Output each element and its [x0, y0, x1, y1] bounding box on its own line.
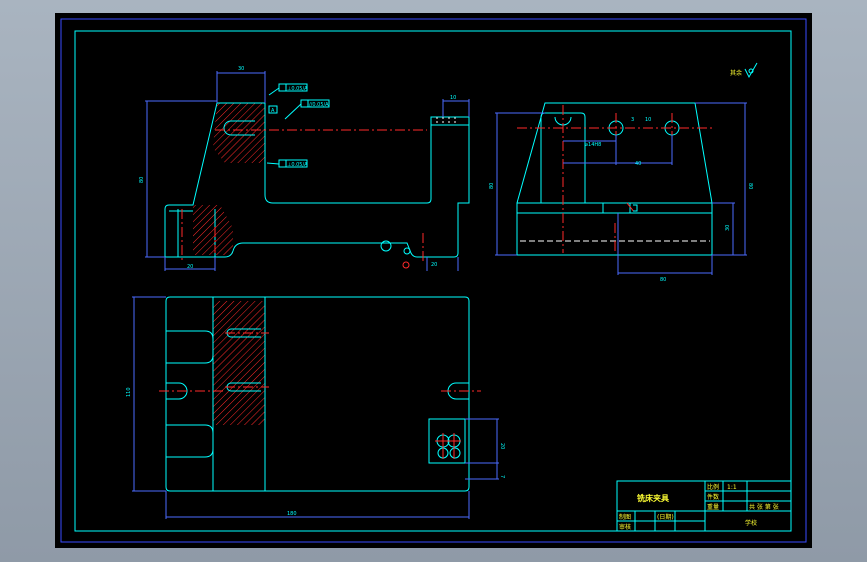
svg-text:重量: 重量	[707, 503, 719, 511]
section-hatch-bottom	[193, 205, 233, 255]
svg-text:⌀14H8: ⌀14H8	[585, 142, 601, 148]
svg-text:80: 80	[660, 277, 666, 283]
drawing-title: 铣床夹具	[637, 493, 669, 503]
side-view: 80 80 30 80 ⌀14H8 40 3 10	[489, 102, 753, 283]
svg-text:⊥0.05/A: ⊥0.05/A	[287, 162, 308, 168]
front-view: 80 30 20 10 20 ⊥0.05/A //0.05/A ⊥0.05/A …	[139, 66, 470, 271]
drawing-frame	[74, 30, 792, 532]
svg-text:审核: 审核	[619, 523, 631, 531]
tolerance-frame-2: //0.05/A	[284, 99, 330, 120]
datum-marker: A	[268, 105, 278, 114]
cad-drawing: 其余 80 30 20 10 20 ⊥0.05/A //0.05/A ⊥0.05…	[60, 18, 807, 543]
svg-text:A: A	[271, 108, 275, 114]
svg-text:3: 3	[631, 117, 634, 123]
svg-text:比例: 比例	[707, 483, 719, 491]
roughness-note: 其余	[730, 62, 758, 79]
svg-text:20: 20	[431, 262, 437, 268]
svg-text:20: 20	[499, 443, 505, 449]
svg-text:10: 10	[645, 117, 651, 123]
svg-text:20: 20	[187, 264, 193, 270]
svg-text:共 张 第 张: 共 张 第 张	[749, 503, 779, 511]
svg-text:110: 110	[126, 387, 132, 397]
drawing-canvas: 其余 80 30 20 10 20 ⊥0.05/A //0.05/A ⊥0.05…	[55, 13, 812, 548]
svg-text:7: 7	[499, 475, 505, 478]
svg-text:40: 40	[635, 161, 641, 167]
svg-text://0.05/A: //0.05/A	[309, 102, 329, 108]
svg-text:其余: 其余	[730, 69, 742, 77]
svg-text:80: 80	[489, 183, 495, 189]
svg-text:1:1: 1:1	[727, 484, 737, 491]
tolerance-frame-3: ⊥0.05/A	[266, 159, 308, 168]
top-view: 110 180 20 7	[126, 296, 505, 519]
svg-text:10: 10	[450, 95, 456, 101]
svg-text:80: 80	[747, 183, 753, 189]
svg-text:制图: 制图	[619, 513, 631, 521]
svg-text:80: 80	[139, 177, 145, 183]
svg-text:学校: 学校	[745, 519, 757, 527]
svg-text:180: 180	[287, 511, 297, 517]
svg-text:30: 30	[725, 225, 731, 231]
title-block: 铣床夹具 比例 1:1 件数 重量 共 张 第 张 制图 审核 (日期) 学校	[616, 480, 792, 532]
svg-text:⊥0.05/A: ⊥0.05/A	[287, 86, 308, 92]
tolerance-frame-1: ⊥0.05/A	[268, 83, 308, 96]
sheet-border	[60, 18, 807, 543]
svg-text:件数: 件数	[707, 493, 719, 501]
svg-text:30: 30	[238, 66, 244, 72]
section-hatch-top	[213, 103, 265, 163]
svg-text:(日期): (日期)	[657, 513, 674, 521]
